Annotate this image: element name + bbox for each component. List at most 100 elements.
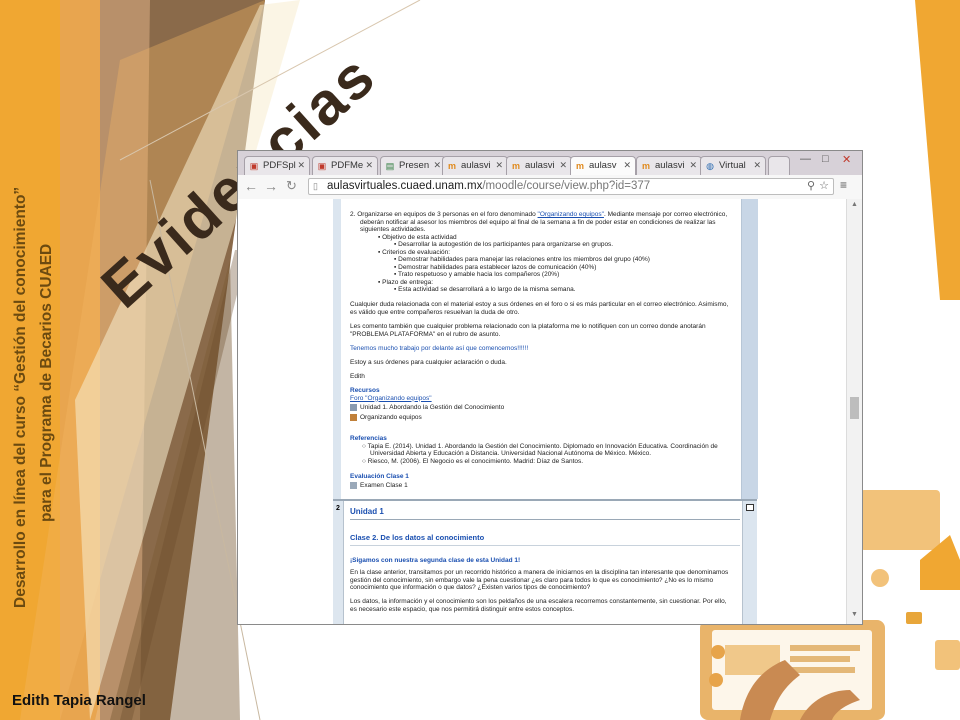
tab-label: aulasvi — [461, 160, 491, 171]
item2-text: 2. Organizarse en equipos de 3 personas … — [350, 211, 538, 218]
maximize-icon[interactable]: □ — [822, 153, 829, 165]
scrollbar-thumb[interactable] — [850, 397, 859, 419]
close-icon[interactable]: ✕ — [297, 160, 305, 171]
organizando-equipos-link[interactable]: "Organizando equipos" — [538, 211, 604, 218]
moodle-icon: m — [641, 161, 650, 171]
section-number: 2 — [333, 501, 344, 624]
referencia-item-cont: Universidad Abierta y Educación a Distan… — [370, 450, 652, 457]
tab-bar: ▣ PDFSpl ✕ ▣ PDFMe ✕ ▤ Presen ✕ m aulasvi ✕ m aul… — [238, 151, 862, 175]
criterio-item: ▪ Trato respetuoso y amable hacia los co… — [394, 271, 560, 278]
browser-window: ▣ PDFSpl ✕ ▣ PDFMe ✕ ▤ Presen ✕ m aulasvi ✕ m aul… — [237, 150, 863, 625]
referencia-item: ○ Riesco, M. (2006). El Negocio es el co… — [362, 457, 584, 465]
examen-link[interactable]: Examen Clase 1 — [350, 482, 408, 490]
unidad-heading: Unidad 1 — [350, 507, 384, 516]
document-icon — [350, 404, 357, 411]
moodle-icon: m — [575, 161, 584, 171]
tab-label: PDFMe — [331, 160, 364, 171]
item2-text-b: . Mediante mensaje por correo electrónic… — [603, 211, 728, 218]
address-bar[interactable]: ▯ aulasvirtuales.cuaed.unam.mx/moodle/co… — [308, 178, 834, 195]
back-arrow-icon[interactable]: ← — [244, 178, 258, 194]
clase2-paragraph-2a: Los datos, la información y el conocimie… — [350, 598, 727, 605]
tab-label: aulasvi — [525, 160, 555, 171]
criterio-item: ▪ Demostrar habilidades para manejar las… — [394, 256, 650, 263]
highlight-toggle-icon[interactable] — [746, 504, 754, 511]
close-icon[interactable]: ✕ — [753, 160, 761, 171]
tab-5-active[interactable]: m aulasv ✕ — [570, 156, 636, 175]
vertical-scrollbar[interactable]: ▲ ▼ — [846, 199, 862, 624]
moodle-icon: m — [447, 161, 456, 171]
new-tab-button[interactable] — [768, 156, 790, 175]
recursos-heading: Recursos — [350, 387, 380, 394]
section-left-strip — [333, 199, 341, 499]
paragraph-trabajo: Tenemos mucho trabajo por delante así qu… — [350, 345, 529, 352]
vertical-caption-line2: para el Programa de Becarios CUAED — [38, 243, 55, 522]
tab-4[interactable]: m aulasvi ✕ — [506, 156, 572, 175]
forum-icon — [350, 414, 357, 421]
tab-label: PDFSpl — [263, 160, 296, 171]
vertical-caption-line1: Desarrollo en línea del curso “Gestión d… — [12, 186, 29, 608]
clase2-heading: Clase 2. De los datos al conocimiento — [350, 533, 485, 542]
pdf-icon: ▣ — [249, 161, 259, 171]
paragraph-plataforma-2: "PROBLEMA PLATAFORMA" en el rubro de asu… — [350, 330, 501, 338]
moodle-icon: m — [511, 161, 520, 171]
clase2-paragraph-1b: gestión del conocimiento, sin embargo va… — [350, 576, 714, 584]
star-icon[interactable]: ☆ — [819, 179, 829, 192]
resource-organizando[interactable]: Organizando equipos — [350, 414, 422, 422]
close-icon[interactable]: ✕ — [689, 160, 697, 171]
tab-label: Virtual — [719, 160, 746, 171]
resource-unidad1[interactable]: Unidad 1. Abordando la Gestión del Conoc… — [350, 404, 504, 412]
zoom-icon[interactable]: ⚲ — [807, 179, 815, 192]
pdf-icon: ▣ — [317, 161, 327, 171]
close-icon[interactable]: ✕ — [559, 160, 567, 171]
paragraph-plataforma-1: Les comento también que cualquier proble… — [350, 323, 706, 330]
tab-0[interactable]: ▣ PDFSpl ✕ — [244, 156, 310, 175]
slides-icon: ▤ — [385, 161, 395, 171]
paragraph-dudas-2: es válido que entre compañeros resuelvan… — [350, 308, 520, 316]
tab-label: aulasvi — [655, 160, 685, 171]
foro-link[interactable]: Foro "Organizando equipos" — [350, 395, 432, 403]
evaluacion-heading: Evaluación Clase 1 — [350, 473, 409, 480]
section-right-strip — [741, 199, 758, 499]
paragraph-dudas-1: Cualquier duda relacionada con el materi… — [350, 301, 729, 308]
criterio-item: ▪ Demostrar habilidades para establecer … — [394, 263, 597, 271]
tab-1[interactable]: ▣ PDFMe ✕ — [312, 156, 378, 175]
tab-6[interactable]: m aulasvi ✕ — [636, 156, 702, 175]
section-2: 2 Unidad 1 Clase 2. De los datos al cono… — [333, 499, 757, 624]
referencia-item: ○ Tapia E. (2014). Unidad 1. Abordando l… — [362, 442, 718, 450]
close-icon[interactable]: ✕ — [495, 160, 503, 171]
paragraph-ordenes: Estoy a sus órdenes para cualquier aclar… — [350, 359, 507, 366]
globe-icon: ◍ — [706, 161, 714, 171]
signature-edith: Edith — [350, 373, 365, 380]
section-right-strip — [742, 501, 757, 624]
tab-7[interactable]: ◍ Virtual ✕ — [700, 156, 766, 175]
close-icon[interactable]: ✕ — [365, 160, 373, 171]
scroll-up-arrow-icon[interactable]: ▲ — [851, 201, 858, 208]
close-icon[interactable]: ✕ — [623, 160, 631, 171]
author-name: Edith Tapia Rangel — [12, 692, 146, 709]
plazo-item: ▪ Esta actividad se desarrollará a lo la… — [394, 286, 576, 293]
objetivo-item: ▪ Desarrollar la autogestión de los part… — [394, 241, 614, 248]
url-text: aulasvirtuales.cuaed.unam.mx/moodle/cour… — [327, 180, 651, 192]
plazo-heading: ▪ Plazo de entrega: — [378, 278, 434, 286]
tab-2[interactable]: ▤ Presen ✕ — [380, 156, 446, 175]
left-column — [238, 199, 334, 624]
sigamos-text: ¡Sigamos con nuestra segunda clase de es… — [350, 557, 521, 564]
objetivo-heading: ▪ Objetivo de esta actividad — [378, 233, 457, 241]
forward-arrow-icon[interactable]: → — [264, 178, 278, 194]
clase2-paragraph-2b: es necesario este espacio, que nos permi… — [350, 605, 575, 613]
menu-icon[interactable]: ≡ — [840, 178, 847, 192]
window-close-icon[interactable]: ✕ — [842, 153, 851, 166]
referencias-heading: Referencias — [350, 435, 387, 442]
browser-toolbar: ← → ↻ ▯ aulasvirtuales.cuaed.unam.mx/moo… — [238, 175, 862, 200]
divider — [350, 545, 740, 546]
scroll-down-arrow-icon[interactable]: ▼ — [851, 611, 858, 618]
divider — [350, 519, 740, 520]
reload-icon[interactable]: ↻ — [286, 178, 297, 194]
close-icon[interactable]: ✕ — [433, 160, 441, 171]
item2-text-c: deberán notificar al asesor los miembros… — [360, 218, 716, 226]
item2-text-d: siguientes actividades. — [360, 226, 426, 233]
minimize-icon[interactable]: — — [800, 153, 811, 165]
tab-3[interactable]: m aulasvi ✕ — [442, 156, 508, 175]
tab-label: Presen — [399, 160, 430, 171]
quiz-icon — [350, 482, 357, 489]
